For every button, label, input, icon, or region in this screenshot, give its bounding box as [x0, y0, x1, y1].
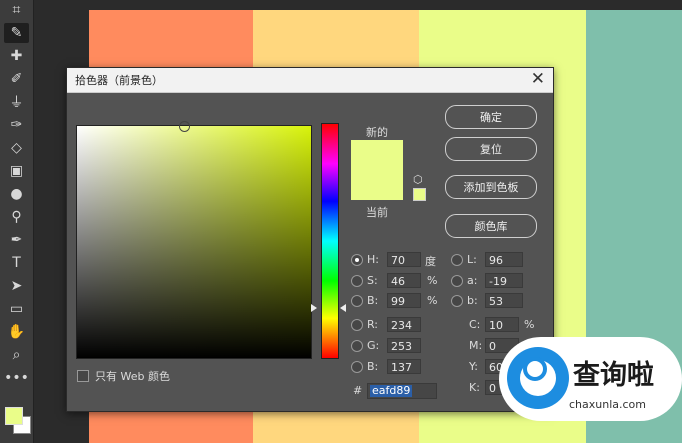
color-preview: [351, 140, 403, 200]
dialog-title: 拾色器（前景色）: [75, 74, 163, 87]
healing-brush-icon[interactable]: ✚: [4, 46, 29, 66]
a-radio[interactable]: [451, 275, 463, 287]
y-label: Y:: [469, 360, 478, 373]
a-input[interactable]: -19: [485, 273, 523, 288]
tool-panel: ⌗ ✎ ✚ ✐ ⏚ ✑ ◇ ▣ ● ⚲ ✒ T ➤ ▭ ✋ ⌕ •••: [0, 0, 34, 443]
watermark-q-icon: [523, 357, 547, 381]
web-safe-swatch[interactable]: [413, 188, 426, 201]
c-input[interactable]: 10: [485, 317, 519, 332]
g-label: G:: [367, 339, 380, 352]
watermark-url: chaxunla.com: [569, 398, 646, 411]
zoom-icon[interactable]: ⌕: [4, 345, 29, 365]
new-color-label: 新的: [366, 126, 388, 139]
dialog-titlebar: 拾色器（前景色） ✕: [67, 68, 553, 93]
blur-icon[interactable]: ●: [4, 184, 29, 204]
close-icon[interactable]: ✕: [531, 69, 545, 89]
hex-label: #: [353, 384, 363, 397]
rgb-b-radio[interactable]: [351, 361, 363, 373]
a-label: a:: [467, 274, 478, 287]
hue-slider-handle-left[interactable]: [311, 304, 317, 312]
watermark: 查询啦 chaxunla.com: [499, 337, 682, 443]
history-brush-icon[interactable]: ✑: [4, 115, 29, 135]
s-radio[interactable]: [351, 275, 363, 287]
l-label: L:: [467, 253, 477, 266]
lab-b-radio[interactable]: [451, 295, 463, 307]
h-radio[interactable]: [351, 254, 363, 266]
h-unit: 度: [425, 255, 436, 268]
ok-button[interactable]: 确定: [445, 105, 537, 129]
hue-slider-handle-right[interactable]: [340, 304, 346, 312]
r-input[interactable]: 234: [387, 317, 421, 332]
gamut-cube-icon[interactable]: ⬡: [413, 173, 423, 186]
hand-icon[interactable]: ✋: [4, 322, 29, 342]
web-colors-only-checkbox[interactable]: [77, 370, 89, 382]
color-picker-ring[interactable]: [179, 121, 190, 132]
g-input[interactable]: 253: [387, 338, 421, 353]
s-label: S:: [367, 274, 378, 287]
more-icon[interactable]: •••: [4, 368, 29, 388]
foreground-color-swatch[interactable]: [5, 407, 23, 425]
g-radio[interactable]: [351, 340, 363, 352]
c-unit: %: [524, 318, 535, 331]
rgb-b-label: B:: [367, 360, 379, 373]
lab-b-label: b:: [467, 294, 478, 307]
rectangle-icon[interactable]: ▭: [4, 299, 29, 319]
r-radio[interactable]: [351, 319, 363, 331]
current-color-label: 当前: [366, 206, 388, 219]
h-input[interactable]: 70: [387, 252, 421, 267]
gradient-icon[interactable]: ▣: [4, 161, 29, 181]
m-label: M:: [469, 339, 483, 352]
h-label: H:: [367, 253, 379, 266]
crop-icon[interactable]: ⌗: [4, 0, 29, 20]
color-libraries-button[interactable]: 颜色库: [445, 214, 537, 238]
hex-input[interactable]: eafd89: [367, 383, 437, 399]
k-label: K:: [469, 381, 480, 394]
lab-b-input[interactable]: 53: [485, 293, 523, 308]
c-label: C:: [469, 318, 481, 331]
path-select-icon[interactable]: ➤: [4, 276, 29, 296]
saturation-brightness-field[interactable]: [76, 121, 312, 359]
hex-value[interactable]: eafd89: [370, 385, 413, 397]
b-radio[interactable]: [351, 295, 363, 307]
b-unit: %: [427, 294, 438, 307]
eraser-icon[interactable]: ◇: [4, 138, 29, 158]
brush-icon[interactable]: ✐: [4, 69, 29, 89]
r-label: R:: [367, 318, 379, 331]
s-unit: %: [427, 274, 438, 287]
b-input[interactable]: 99: [387, 293, 421, 308]
web-colors-only-label: 只有 Web 颜色: [95, 370, 170, 383]
type-icon[interactable]: T: [4, 253, 29, 273]
l-input[interactable]: 96: [485, 252, 523, 267]
l-radio[interactable]: [451, 254, 463, 266]
pen-icon[interactable]: ✒: [4, 230, 29, 250]
watermark-name: 查询啦: [573, 360, 654, 391]
rgb-b-input[interactable]: 137: [387, 359, 421, 374]
color-picker-dialog: 拾色器（前景色） ✕ 新的 当前 ⬡ 确定 复位 添加到色板 颜色库 H: 70…: [66, 67, 554, 412]
b-label: B:: [367, 294, 379, 307]
clone-stamp-icon[interactable]: ⏚: [4, 92, 29, 112]
dodge-icon[interactable]: ⚲: [4, 207, 29, 227]
hue-slider[interactable]: [321, 123, 339, 359]
reset-button[interactable]: 复位: [445, 137, 537, 161]
eyedropper-icon[interactable]: ✎: [4, 23, 29, 43]
s-input[interactable]: 46: [387, 273, 421, 288]
new-color-preview: [351, 140, 403, 200]
add-to-swatches-button[interactable]: 添加到色板: [445, 175, 537, 199]
